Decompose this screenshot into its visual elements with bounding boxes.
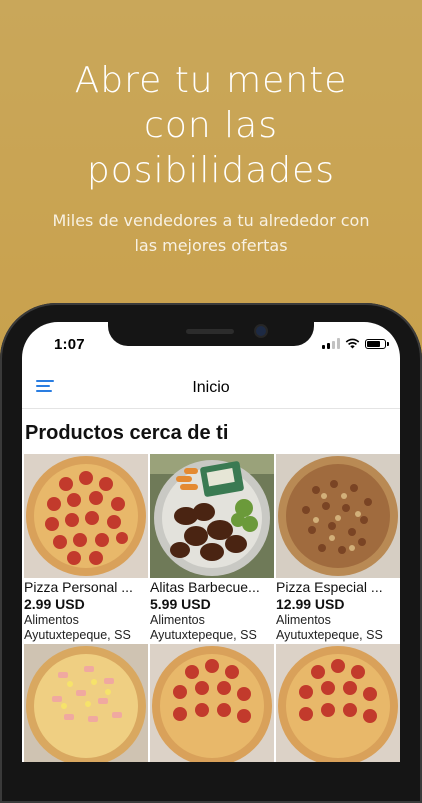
speaker-grille <box>186 329 234 334</box>
phone-notch <box>108 322 314 346</box>
product-card[interactable]: Pizza Personal ... 2.99 USD Alimentos Ay… <box>24 454 148 643</box>
phone-screen: 1:07 Inicio Productos cerca de ti Pizza … <box>22 322 400 762</box>
product-image <box>150 644 274 762</box>
promo-headline: Abre tu mente con las posibilidades <box>0 58 422 193</box>
product-image <box>24 644 148 762</box>
status-time: 1:07 <box>54 336 85 353</box>
product-category: Alimentos <box>150 613 205 627</box>
product-name: Pizza Personal ... <box>24 579 133 595</box>
cellular-signal-icon <box>322 338 340 349</box>
front-camera <box>256 326 266 336</box>
battery-icon <box>365 338 389 349</box>
product-image <box>24 454 148 578</box>
product-card[interactable] <box>150 644 274 762</box>
page-title: Inicio <box>192 379 230 396</box>
product-price: 5.99 USD <box>150 596 211 612</box>
status-icons <box>322 338 389 349</box>
promo-subtitle-line: las mejores ofertas <box>134 236 288 255</box>
product-location: Ayutuxtepeque, SS <box>150 628 257 642</box>
wifi-icon <box>345 338 360 349</box>
product-image <box>276 644 400 762</box>
promo-headline-line: con las <box>144 105 278 146</box>
product-location: Ayutuxtepeque, SS <box>276 628 383 642</box>
product-card[interactable]: Pizza Especial ... 12.99 USD Alimentos A… <box>276 454 400 643</box>
product-image <box>276 454 400 578</box>
product-name: Pizza Especial ... <box>276 579 383 595</box>
promo-subtitle: Miles de vendedores a tu alrededor con l… <box>0 208 422 258</box>
promo-subtitle-line: Miles de vendedores a tu alrededor con <box>52 211 370 230</box>
product-card[interactable] <box>276 644 400 762</box>
promo-headline-line: posibilidades <box>86 150 336 191</box>
product-category: Alimentos <box>276 613 331 627</box>
section-title: Productos cerca de ti <box>25 422 229 444</box>
product-price: 2.99 USD <box>24 596 85 612</box>
product-card[interactable] <box>24 644 148 762</box>
product-image <box>150 454 274 578</box>
product-location: Ayutuxtepeque, SS <box>24 628 131 642</box>
product-card[interactable]: Alitas Barbecue... 5.99 USD Alimentos Ay… <box>150 454 274 643</box>
app-bar: Inicio <box>22 366 400 409</box>
product-category: Alimentos <box>24 613 79 627</box>
promo-headline-line: Abre tu mente <box>74 60 348 101</box>
product-name: Alitas Barbecue... <box>150 579 260 595</box>
product-price: 12.99 USD <box>276 596 345 612</box>
